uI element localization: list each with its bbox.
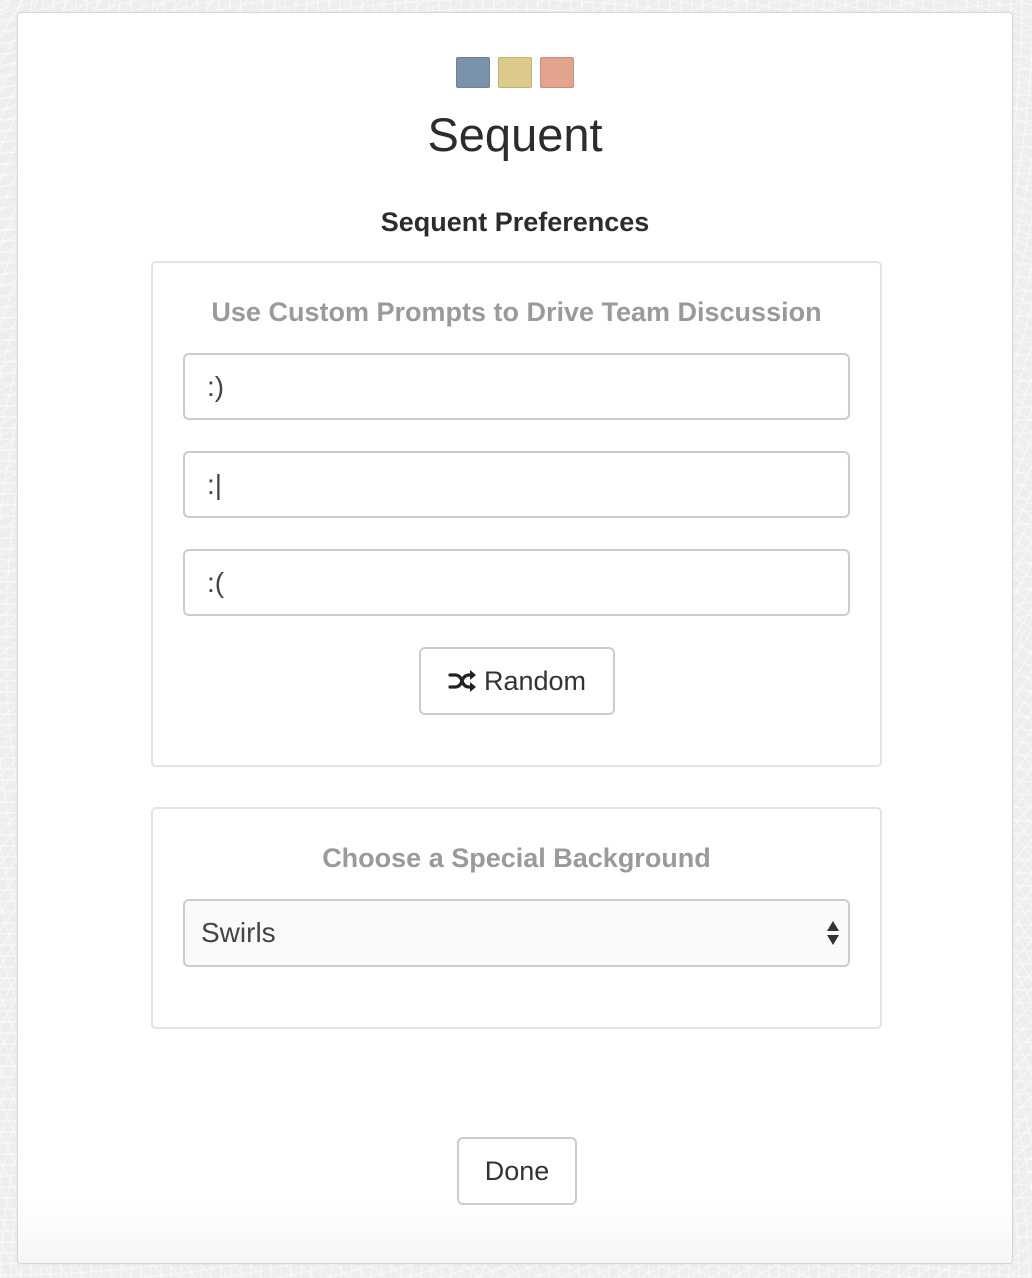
page-title: Sequent Preferences bbox=[380, 207, 650, 237]
select-arrows-icon bbox=[826, 920, 840, 951]
shuffle-icon bbox=[448, 670, 476, 692]
prompt-input-positive[interactable] bbox=[183, 353, 850, 420]
random-button-label: Random bbox=[483, 665, 587, 696]
background-select-value: Swirls bbox=[201, 917, 276, 948]
done-button[interactable]: Done bbox=[457, 1137, 577, 1205]
logo-square-salmon bbox=[540, 57, 574, 88]
custom-prompts-panel: Use Custom Prompts to Drive Team Discuss… bbox=[151, 261, 882, 767]
app-logo bbox=[18, 57, 1012, 88]
card-bottom-shade bbox=[18, 1203, 1012, 1263]
logo-square-yellow bbox=[498, 57, 532, 88]
app-title: Sequent bbox=[427, 108, 603, 161]
custom-prompts-heading: Use Custom Prompts to Drive Team Discuss… bbox=[211, 297, 822, 327]
background-panel: Choose a Special Background Swirls bbox=[151, 807, 882, 1029]
background-select[interactable]: Swirls bbox=[183, 899, 850, 967]
background-heading: Choose a Special Background bbox=[322, 843, 711, 873]
logo-square-blue bbox=[456, 57, 490, 88]
prompt-input-neutral[interactable] bbox=[183, 451, 850, 518]
prompt-input-negative[interactable] bbox=[183, 549, 850, 616]
random-button[interactable]: Random bbox=[419, 647, 615, 715]
preferences-card: Sequent Sequent Preferences Use Custom P… bbox=[17, 12, 1013, 1264]
